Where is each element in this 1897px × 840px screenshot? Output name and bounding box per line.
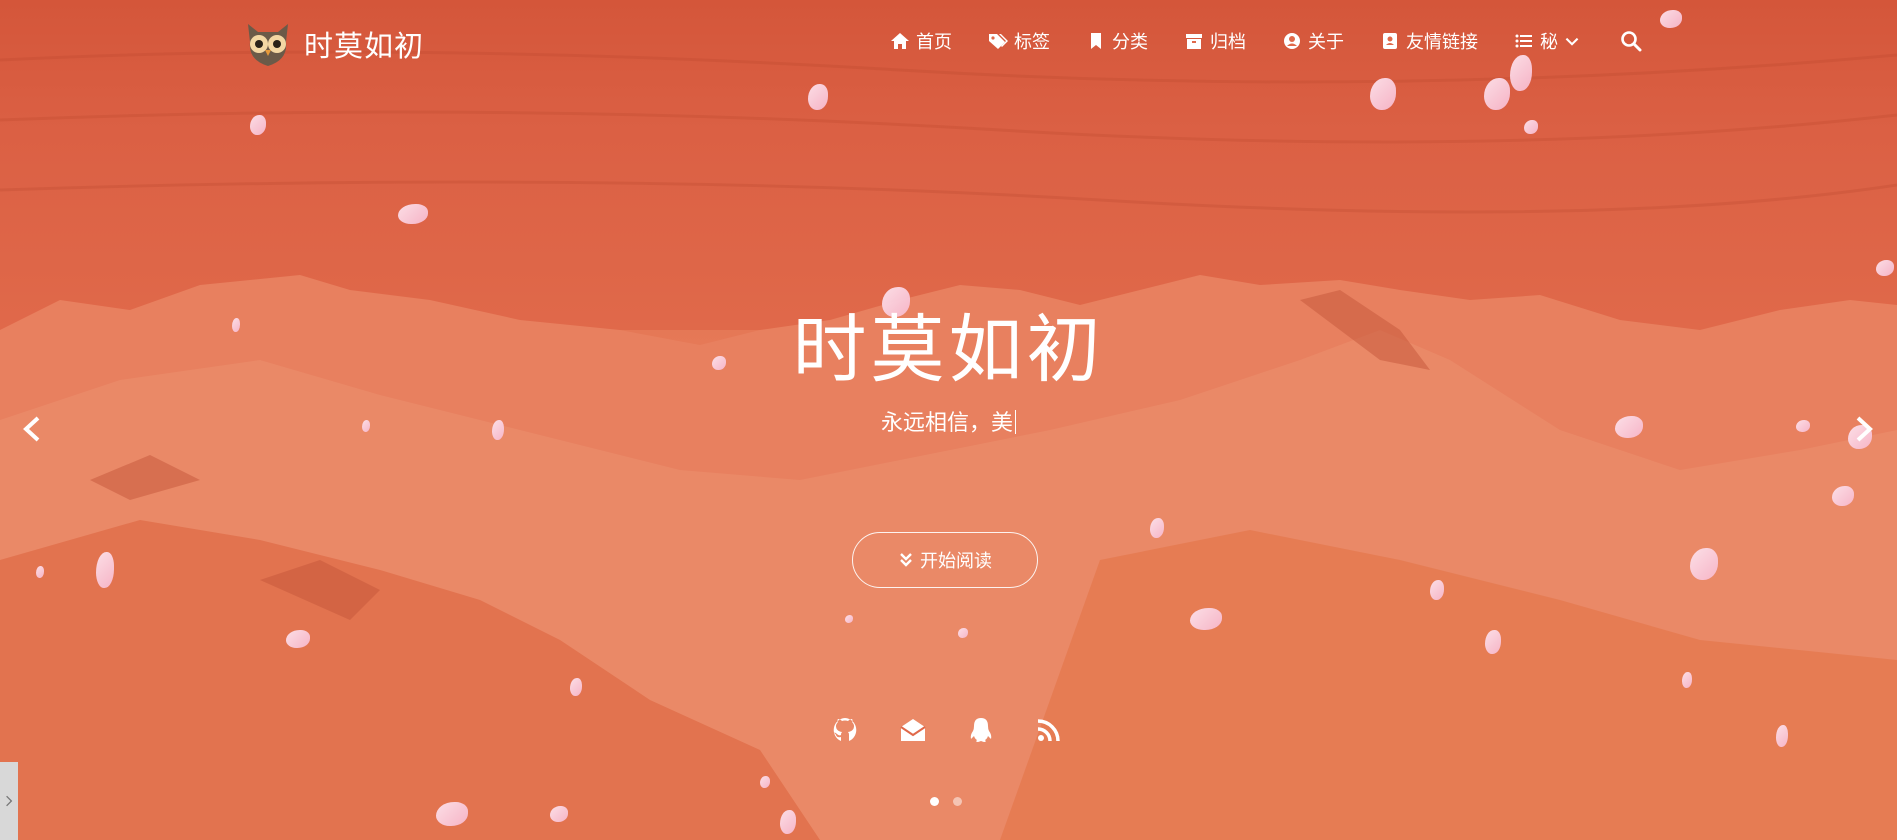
address-book-icon <box>1383 33 1397 49</box>
nav-label: 秘 <box>1540 32 1558 53</box>
start-reading-label: 开始阅读 <box>920 551 992 572</box>
nav-label: 归档 <box>1210 32 1246 53</box>
typewriter-text: 永远相信，美 <box>880 411 1013 436</box>
nav-label: 首页 <box>916 32 952 53</box>
home-icon <box>891 33 909 49</box>
sidebar-toggle[interactable] <box>0 762 18 840</box>
qq-icon[interactable] <box>966 715 996 745</box>
owl-logo-icon <box>248 24 288 66</box>
carousel-dot-2[interactable] <box>953 797 962 806</box>
social-links <box>830 715 1064 745</box>
hero-title: 时莫如初 <box>792 307 1105 393</box>
nav-label: 分类 <box>1112 32 1148 53</box>
nav-item-tags[interactable]: 标签 <box>988 28 1050 54</box>
nav-label: 友情链接 <box>1406 32 1478 53</box>
carousel-dot-1[interactable] <box>930 797 939 806</box>
bookmark-icon <box>1091 33 1101 49</box>
search-icon[interactable] <box>1620 30 1642 52</box>
nav-item-categories[interactable]: 分类 <box>1086 28 1148 54</box>
double-chevron-down-icon <box>900 553 912 567</box>
nav-item-secret-dropdown[interactable]: 秘 <box>1514 28 1580 54</box>
hero-subtitle: 永远相信，美 <box>0 405 1897 437</box>
nav-item-home[interactable]: 首页 <box>890 28 952 54</box>
list-icon <box>1515 34 1532 48</box>
rss-icon[interactable] <box>1034 715 1064 745</box>
nav-item-friend-links[interactable]: 友情链接 <box>1380 28 1478 54</box>
user-circle-icon <box>1284 33 1300 49</box>
site-title: 时莫如初 <box>304 29 425 63</box>
archive-icon <box>1186 34 1202 49</box>
start-reading-button[interactable]: 开始阅读 <box>852 532 1038 588</box>
mail-open-icon[interactable] <box>898 715 928 745</box>
nav-label: 关于 <box>1308 32 1344 53</box>
chevron-right-icon[interactable] <box>1846 412 1880 446</box>
site-brand[interactable]: 时莫如初 <box>242 18 424 70</box>
main-nav: 首页 标签 分类 归档 关于 友情链接 秘 <box>890 28 1642 54</box>
nav-item-about[interactable]: 关于 <box>1282 28 1344 54</box>
typing-cursor <box>1015 410 1016 434</box>
github-icon[interactable] <box>830 715 860 745</box>
chevron-left-icon[interactable] <box>16 412 50 446</box>
nav-label: 标签 <box>1014 32 1050 53</box>
nav-item-archive[interactable]: 归档 <box>1184 28 1246 54</box>
carousel-indicators <box>930 797 962 806</box>
tags-icon <box>989 34 1008 49</box>
chevron-down-icon <box>1565 37 1579 46</box>
chevron-right-small-icon <box>6 795 13 807</box>
